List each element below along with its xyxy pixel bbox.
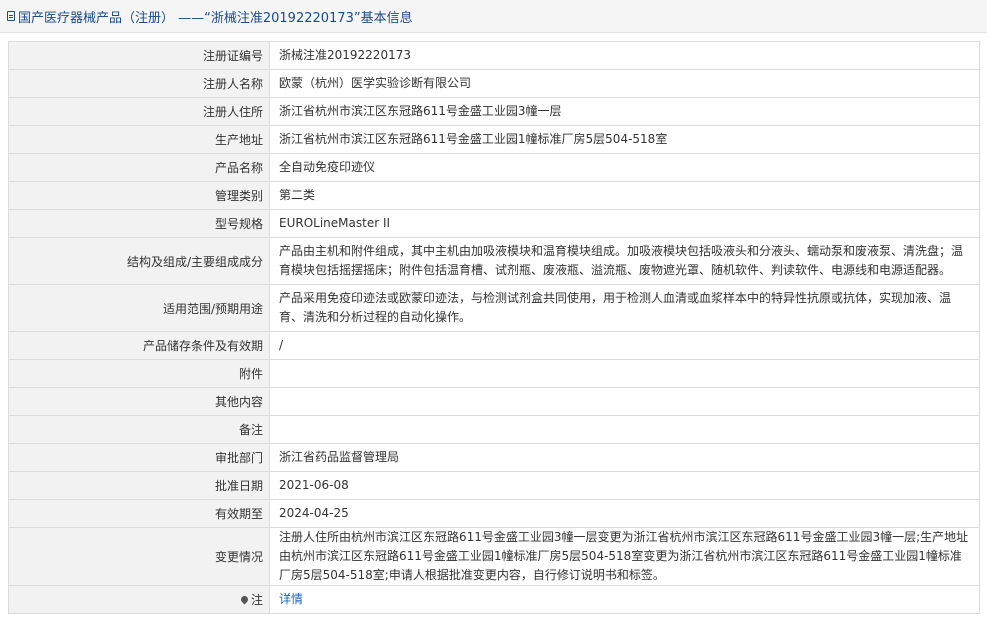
row-value: 欧蒙（杭州）医学实验诊断有限公司 bbox=[269, 69, 980, 98]
row-value: 产品采用免疫印迹法或欧蒙印迹法，与检测试剂盒共同使用，用于检测人血清或血浆样本中… bbox=[269, 284, 980, 332]
row-label: 产品名称 bbox=[8, 153, 270, 182]
row-value bbox=[269, 415, 980, 444]
row-label: 审批部门 bbox=[8, 443, 270, 472]
row-label: 结构及组成/主要组成成分 bbox=[8, 237, 270, 285]
row-value: EUROLineMaster II bbox=[269, 209, 980, 238]
row-label: 生产地址 bbox=[8, 125, 270, 154]
table-row: 有效期至 2024-04-25 bbox=[8, 499, 980, 528]
row-label: 注册人名称 bbox=[8, 69, 270, 98]
row-value bbox=[269, 387, 980, 416]
table-row: 管理类别 第二类 bbox=[8, 181, 980, 210]
row-label: 型号规格 bbox=[8, 209, 270, 238]
table-row: 产品名称 全自动免疫印迹仪 bbox=[8, 153, 980, 182]
row-label: 产品储存条件及有效期 bbox=[8, 331, 270, 360]
table-row: 变更情况 注册人住所由杭州市滨江区东冠路611号金盛工业园3幢一层变更为浙江省杭… bbox=[8, 527, 980, 586]
table-row: 备注 bbox=[8, 415, 980, 444]
row-value: / bbox=[269, 331, 980, 360]
table-row: 适用范围/预期用途 产品采用免疫印迹法或欧蒙印迹法，与检测试剂盒共同使用，用于检… bbox=[8, 284, 980, 332]
note-value-cell: 详情 bbox=[269, 585, 980, 614]
row-value: 浙江省杭州市滨江区东冠路611号金盛工业园3幢一层 bbox=[269, 97, 980, 126]
row-value: 产品由主机和附件组成，其中主机由加吸液模块和温育模块组成。加吸液模块包括吸液头和… bbox=[269, 237, 980, 285]
table-row: 注册人住所 浙江省杭州市滨江区东冠路611号金盛工业园3幢一层 bbox=[8, 97, 980, 126]
row-value: 浙江省药品监督管理局 bbox=[269, 443, 980, 472]
table-row: 型号规格 EUROLineMaster II bbox=[8, 209, 980, 238]
row-value bbox=[269, 359, 980, 388]
table-row: 审批部门 浙江省药品监督管理局 bbox=[8, 443, 980, 472]
row-value: 浙械注准20192220173 bbox=[269, 41, 980, 70]
row-label: 变更情况 bbox=[8, 527, 270, 586]
row-label: 适用范围/预期用途 bbox=[8, 284, 270, 332]
table-row: 结构及组成/主要组成成分 产品由主机和附件组成，其中主机由加吸液模块和温育模块组… bbox=[8, 237, 980, 285]
document-icon bbox=[7, 11, 15, 21]
row-label: 有效期至 bbox=[8, 499, 270, 528]
table-row: 注册人名称 欧蒙（杭州）医学实验诊断有限公司 bbox=[8, 69, 980, 98]
row-value: 注册人住所由杭州市滨江区东冠路611号金盛工业园3幢一层变更为浙江省杭州市滨江区… bbox=[269, 527, 980, 586]
row-value: 浙江省杭州市滨江区东冠路611号金盛工业园1幢标准厂房5层504-518室 bbox=[269, 125, 980, 154]
table-row: 生产地址 浙江省杭州市滨江区东冠路611号金盛工业园1幢标准厂房5层504-51… bbox=[8, 125, 980, 154]
row-value: 2021-06-08 bbox=[269, 471, 980, 500]
row-label: 管理类别 bbox=[8, 181, 270, 210]
table-row: 批准日期 2021-06-08 bbox=[8, 471, 980, 500]
row-label: 附件 bbox=[8, 359, 270, 388]
info-table: 注册证编号 浙械注准20192220173 注册人名称 欧蒙（杭州）医学实验诊断… bbox=[8, 41, 980, 614]
page-header: 国产医疗器械产品（注册） ——“浙械注准20192220173”基本信息 bbox=[0, 0, 987, 33]
row-label: 注册人住所 bbox=[8, 97, 270, 126]
table-row: 附件 bbox=[8, 359, 980, 388]
row-label: 注册证编号 bbox=[8, 41, 270, 70]
page-title: 国产医疗器械产品（注册） ——“浙械注准20192220173”基本信息 bbox=[18, 10, 413, 26]
row-label: 其他内容 bbox=[8, 387, 270, 416]
table-row: 其他内容 bbox=[8, 387, 980, 416]
note-row: 注 详情 bbox=[8, 585, 980, 614]
table-row: 产品储存条件及有效期 / bbox=[8, 331, 980, 360]
row-label: 批准日期 bbox=[8, 471, 270, 500]
map-pin-icon bbox=[239, 594, 250, 605]
note-label-cell: 注 bbox=[8, 585, 270, 614]
note-label: 注 bbox=[250, 593, 263, 607]
row-value: 第二类 bbox=[269, 181, 980, 210]
row-value: 全自动免疫印迹仪 bbox=[269, 153, 980, 182]
row-label: 备注 bbox=[8, 415, 270, 444]
table-row: 注册证编号 浙械注准20192220173 bbox=[8, 41, 980, 70]
details-link[interactable]: 详情 bbox=[279, 592, 303, 606]
row-value: 2024-04-25 bbox=[269, 499, 980, 528]
